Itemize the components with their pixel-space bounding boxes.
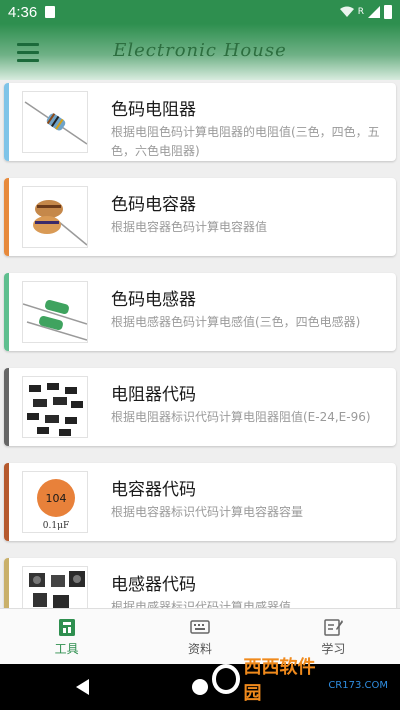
watermark-text: 西西软件园 [243, 657, 316, 704]
list-item-color-inductor[interactable]: 色码电感器 根据电感器色码计算电感值(三色，四色电感器) [4, 273, 396, 351]
item-description: 根据电阻色码计算电阻器的电阻值(三色，四色，五色，六色电阻器) [111, 125, 380, 158]
network-type-label: R [357, 7, 364, 17]
list-item-inductor-code[interactable]: 电感器代码 根据电感器标识代码计算电感器值 [4, 558, 396, 608]
keyboard-icon [190, 620, 210, 634]
back-button[interactable] [76, 679, 89, 695]
list-item-capacitor-code[interactable]: 104 0.1μF 电容器代码 根据电容器标识代码计算电容器容量 [4, 463, 396, 541]
toolbox-icon [58, 619, 75, 636]
item-title: 电阻器代码 [111, 385, 196, 405]
card-accent [4, 463, 9, 541]
card-accent [4, 558, 9, 608]
tab-tools[interactable]: 工具 [0, 609, 133, 664]
list-item-color-resistor[interactable]: 色码电阻器 根据电阻色码计算电阻器的电阻值(三色，四色，五色，六色电阻器) [4, 83, 396, 161]
item-title: 电容器代码 [111, 480, 196, 500]
tab-label: 工具 [54, 642, 79, 656]
battery-icon [384, 5, 392, 19]
list-item-resistor-code[interactable]: 电阻器代码 根据电阻器标识代码计算电阻器阻值(E-24,E-96) [4, 368, 396, 446]
watermark-logo: 西西软件园 CR173.COM [212, 657, 388, 704]
wifi-icon [339, 6, 354, 17]
item-description: 根据电感器标识代码计算电感器值 [111, 600, 292, 608]
sd-card-icon [45, 6, 56, 18]
status-icons: R [339, 5, 392, 19]
tab-label: 资料 [187, 642, 212, 656]
item-title: 色码电阻器 [111, 100, 196, 120]
ceramic-capacitor-thumbnail-icon: 104 0.1μF [22, 471, 88, 533]
item-description: 根据电阻器标识代码计算电阻器阻值(E-24,E-96) [111, 410, 371, 424]
item-title: 色码电容器 [111, 195, 196, 215]
watermark-subtext: CR173.COM [328, 679, 388, 691]
item-title: 色码电感器 [111, 290, 196, 310]
item-description: 根据电容器色码计算电容器值 [111, 220, 268, 234]
tool-list: 色码电阻器 根据电阻色码计算电阻器的电阻值(三色，四色，五色，六色电阻器) 色码… [0, 80, 400, 608]
item-description: 根据电感器色码计算电感值(三色，四色电感器) [111, 315, 361, 329]
item-title: 电感器代码 [111, 575, 196, 595]
card-accent [4, 178, 9, 256]
capacitor-code-text: 104 [46, 492, 67, 505]
app-title: Electronic House [113, 40, 287, 61]
capacitor-value-text: 0.1μF [43, 521, 69, 531]
app-bar: Electronic House [0, 24, 400, 80]
bottom-nav: 工具 资料 学习 [0, 608, 400, 664]
edit-note-icon [324, 619, 344, 636]
card-accent [4, 83, 9, 161]
card-accent [4, 273, 9, 351]
list-item-color-capacitor[interactable]: 色码电容器 根据电容器色码计算电容器值 [4, 178, 396, 256]
smd-inductor-thumbnail-icon [22, 566, 88, 608]
status-bar: 4:36 R [0, 0, 400, 24]
inductor-thumbnail-icon [22, 281, 88, 343]
watermark-circle-icon [212, 664, 241, 694]
card-accent [4, 368, 9, 446]
smd-resistor-thumbnail-icon [22, 376, 88, 438]
home-button[interactable] [192, 679, 208, 695]
status-time: 4:36 [8, 3, 38, 21]
item-description: 根据电容器标识代码计算电容器容量 [111, 505, 304, 519]
resistor-thumbnail-icon [22, 91, 88, 153]
capacitor-thumbnail-icon [22, 186, 88, 248]
signal-icon [368, 6, 380, 18]
